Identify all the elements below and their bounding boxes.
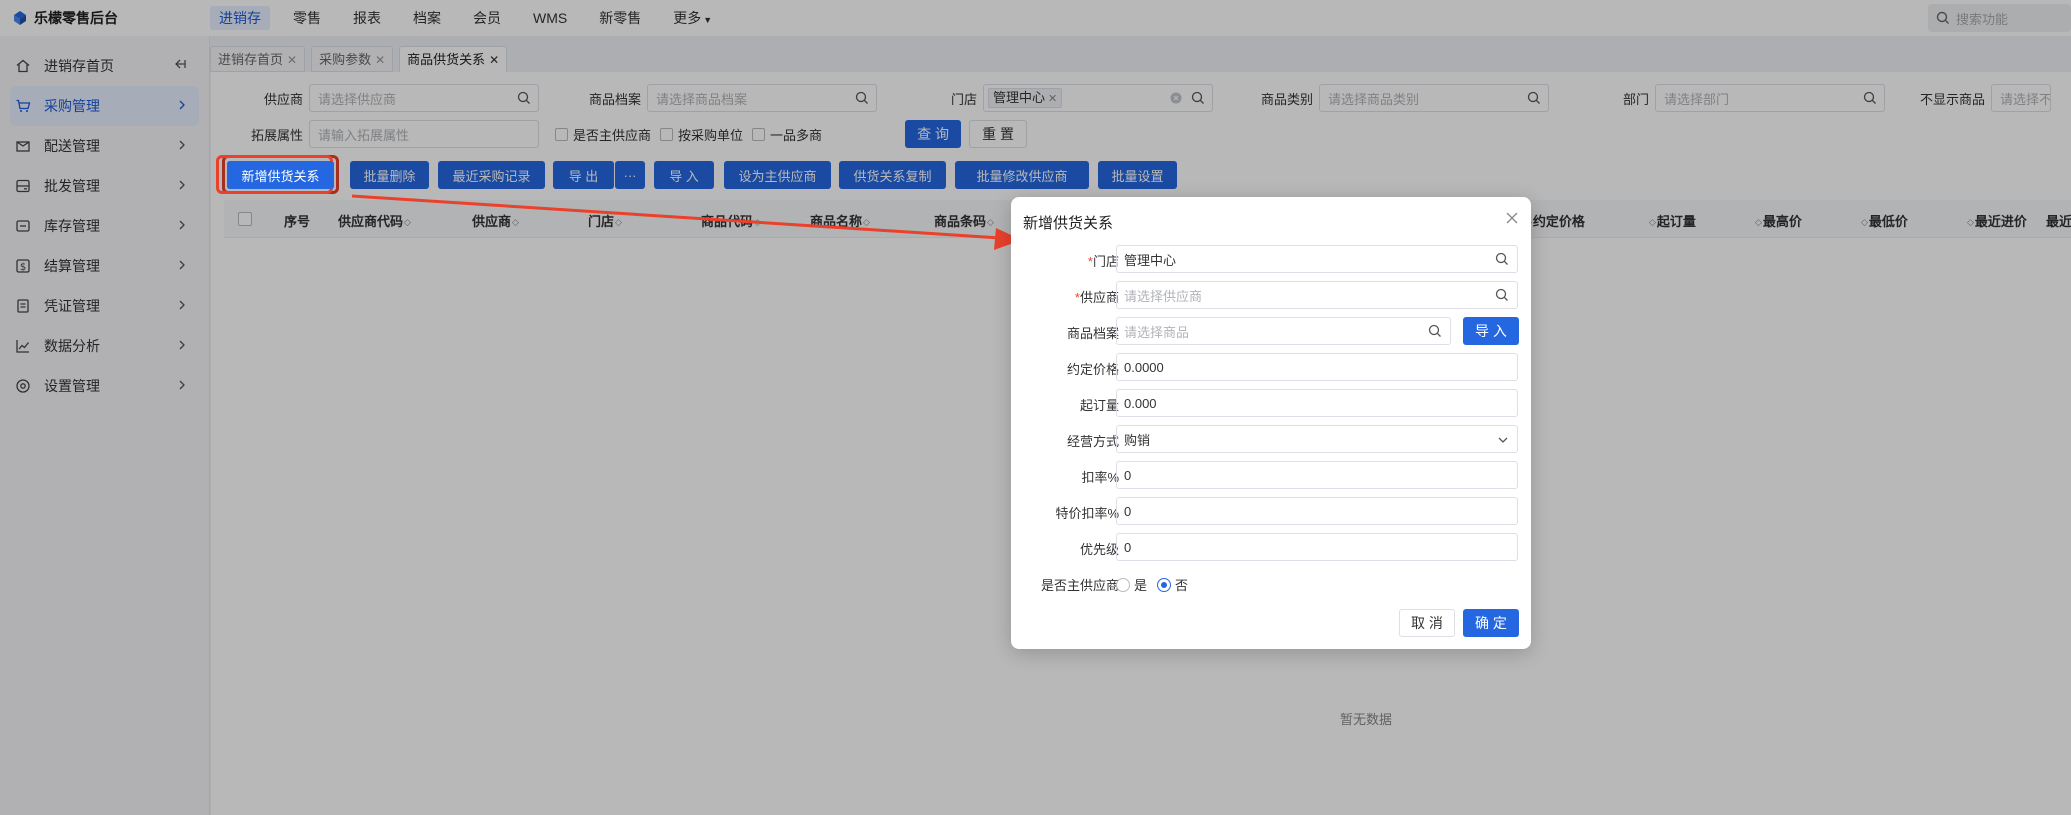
dialog-import-button[interactable]: 导 入 [1463, 317, 1519, 345]
add-supply-relation-dialog: 新增供货关系 *门店 管理中心 *供应商 请选择供应商 商品档案 请选择商品 导… [1011, 197, 1531, 649]
store-input[interactable]: 管理中心 [1116, 245, 1518, 273]
moq-value: 0.000 [1124, 395, 1157, 411]
radio-circle-selected[interactable] [1157, 577, 1172, 592]
field-supplier: *供应商 请选择供应商 [1011, 281, 1531, 309]
field-discount: 扣率% 0 [1011, 461, 1531, 489]
field-supplier-label: *供应商 [1074, 290, 1119, 305]
close-icon[interactable] [1505, 211, 1519, 225]
radio-yes[interactable]: 是 [1116, 575, 1147, 594]
search-icon[interactable] [1495, 288, 1509, 302]
is-main-radio-group: 是 否 [1116, 575, 1198, 594]
field-discount-label: 扣率% [1081, 470, 1119, 485]
field-agreed-price: 约定价格 0.0000 [1011, 353, 1531, 381]
priority-value: 0 [1124, 539, 1132, 555]
confirm-button[interactable]: 确 定 [1463, 609, 1519, 637]
discount-input[interactable]: 0 [1116, 461, 1518, 489]
field-mode: 经营方式 购销 [1011, 425, 1531, 453]
field-priority-label: 优先级 [1079, 542, 1119, 557]
radio-label: 是 [1134, 578, 1148, 593]
radio-no[interactable]: 否 [1157, 575, 1188, 594]
supplier-input[interactable]: 请选择供应商 [1116, 281, 1518, 309]
field-moq-label: 起订量 [1079, 398, 1119, 413]
field-priority: 优先级 0 [1011, 533, 1531, 561]
search-icon[interactable] [1428, 324, 1442, 338]
special-discount-value: 0 [1124, 503, 1132, 519]
field-product: 商品档案 请选择商品 导 入 [1011, 317, 1531, 345]
chevron-down-icon [1498, 437, 1508, 443]
field-special-discount: 特价扣率% 0 [1011, 497, 1531, 525]
priority-input[interactable]: 0 [1116, 533, 1518, 561]
radio-label: 否 [1175, 578, 1189, 593]
field-label-text: 供应商 [1079, 290, 1119, 305]
dialog-title: 新增供货关系 [1023, 215, 1114, 232]
field-mode-label: 经营方式 [1066, 434, 1119, 449]
store-value: 管理中心 [1124, 252, 1177, 268]
field-agreed-price-label: 约定价格 [1066, 362, 1119, 377]
agreed-price-input[interactable]: 0.0000 [1116, 353, 1518, 381]
special-discount-input[interactable]: 0 [1116, 497, 1518, 525]
search-icon[interactable] [1495, 252, 1509, 266]
moq-input[interactable]: 0.000 [1116, 389, 1518, 417]
field-is-main: 是否主供应商 是 否 [1011, 569, 1531, 597]
radio-circle[interactable] [1116, 577, 1130, 592]
field-store-label: *门店 [1087, 254, 1119, 269]
field-store: *门店 管理中心 [1011, 245, 1531, 273]
add-supply-relation-button-highlighted[interactable]: 新增供货关系 [227, 161, 334, 189]
cancel-button[interactable]: 取 消 [1399, 609, 1455, 637]
field-product-label: 商品档案 [1066, 326, 1119, 341]
field-special-discount-label: 特价扣率% [1055, 506, 1119, 521]
product-input[interactable]: 请选择商品 [1116, 317, 1451, 345]
agreed-price-value: 0.0000 [1124, 359, 1164, 375]
supplier-placeholder: 请选择供应商 [1124, 288, 1203, 304]
product-placeholder: 请选择商品 [1124, 324, 1190, 340]
field-moq: 起订量 0.000 [1011, 389, 1531, 417]
mode-select[interactable]: 购销 [1116, 425, 1518, 453]
discount-value: 0 [1124, 467, 1132, 483]
mode-value: 购销 [1124, 432, 1151, 448]
field-is-main-label: 是否主供应商 [1040, 578, 1119, 593]
